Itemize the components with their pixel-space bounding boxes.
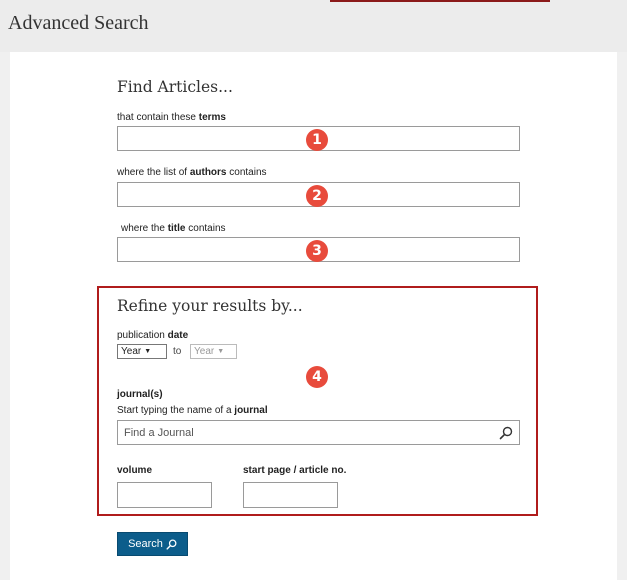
date-to-select[interactable]: Year ▼ [190,344,237,359]
search-button-label: Search [128,538,163,550]
publication-date-label: publication date [117,330,189,341]
dropdown-arrow-icon: ▼ [217,348,225,355]
search-button[interactable]: Search [117,532,188,556]
start-page-label: start page / article no. [243,465,347,476]
annotation-badge-3: 3 [306,240,328,262]
date-from-select[interactable]: Year ▼ [117,344,167,359]
journal-hint: Start typing the name of a journal [117,405,268,416]
search-icon[interactable] [499,426,513,440]
start-page-input[interactable] [243,482,338,508]
header-accent-line [330,0,550,2]
dropdown-arrow-icon: ▼ [144,348,152,355]
date-from-value: Year [121,346,142,357]
page-title: Advanced Search [8,12,149,34]
journals-label: journal(s) [117,389,163,400]
date-to-value: Year [194,346,215,357]
authors-label: where the list of authors contains [117,167,267,178]
search-panel: Find Articles... that contain these term… [10,52,617,580]
date-range-to-text: to [173,346,182,357]
title-label: where the title contains [121,223,226,234]
journal-search-input[interactable]: Find a Journal [117,420,520,445]
refine-title: Refine your results by... [117,297,303,315]
volume-label: volume [117,465,153,476]
terms-label: that contain these terms [117,112,226,123]
page-header: Advanced Search [0,0,627,52]
annotation-badge-1: 1 [306,129,328,151]
annotation-badge-4: 4 [306,366,328,388]
volume-input[interactable] [117,482,212,508]
journal-search-placeholder: Find a Journal [124,426,194,439]
search-icon [166,539,177,550]
annotation-badge-2: 2 [306,185,328,207]
find-articles-title: Find Articles... [117,78,233,96]
